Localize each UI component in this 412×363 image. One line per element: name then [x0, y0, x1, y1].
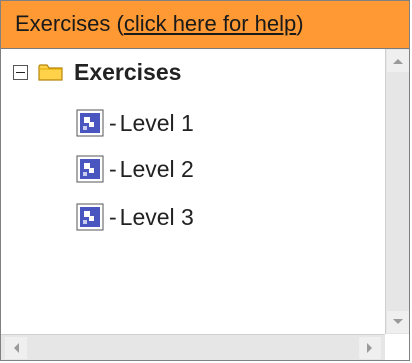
tree-item-prefix: -	[109, 203, 117, 230]
header-title: Exercises	[15, 11, 111, 36]
tree-item-level-3[interactable]: - Level 3	[75, 201, 194, 233]
panel-header: Exercises (click here for help)	[1, 1, 409, 49]
scroll-left-arrow-icon[interactable]	[5, 337, 27, 359]
exercise-icon	[76, 109, 104, 137]
scroll-up-arrow-icon[interactable]	[387, 50, 409, 72]
vertical-scrollbar[interactable]	[385, 49, 409, 334]
tree-root-label: Exercises	[74, 58, 182, 85]
scroll-right-arrow-icon[interactable]	[359, 337, 381, 359]
exercises-panel: Exercises (click here for help) Exercise…	[0, 0, 410, 361]
tree-item-prefix: -	[109, 155, 117, 182]
header-open-paren: (	[116, 11, 124, 36]
help-link[interactable]: click here for help	[124, 11, 296, 36]
exercise-icon	[76, 203, 104, 231]
scroll-down-arrow-icon[interactable]	[387, 311, 409, 333]
tree-item-label: Level 3	[119, 203, 194, 230]
tree-item-level-1[interactable]: - Level 1	[75, 107, 194, 139]
tree-root-exercises[interactable]: Exercises	[13, 57, 181, 87]
tree-item-level-2[interactable]: - Level 2	[75, 153, 194, 185]
scrollbar-corner	[385, 334, 409, 360]
tree-item-label: Level 1	[119, 109, 194, 136]
horizontal-scrollbar[interactable]	[1, 334, 385, 360]
collapse-minus-icon[interactable]	[13, 64, 28, 80]
tree-item-prefix: -	[109, 109, 117, 136]
folder-icon	[38, 64, 63, 81]
tree-view[interactable]: Exercises - Level 1 - Level 2 - Level 3	[1, 49, 385, 334]
exercise-icon	[76, 155, 104, 183]
tree-item-label: Level 2	[119, 155, 194, 182]
header-close-paren: )	[296, 11, 304, 36]
